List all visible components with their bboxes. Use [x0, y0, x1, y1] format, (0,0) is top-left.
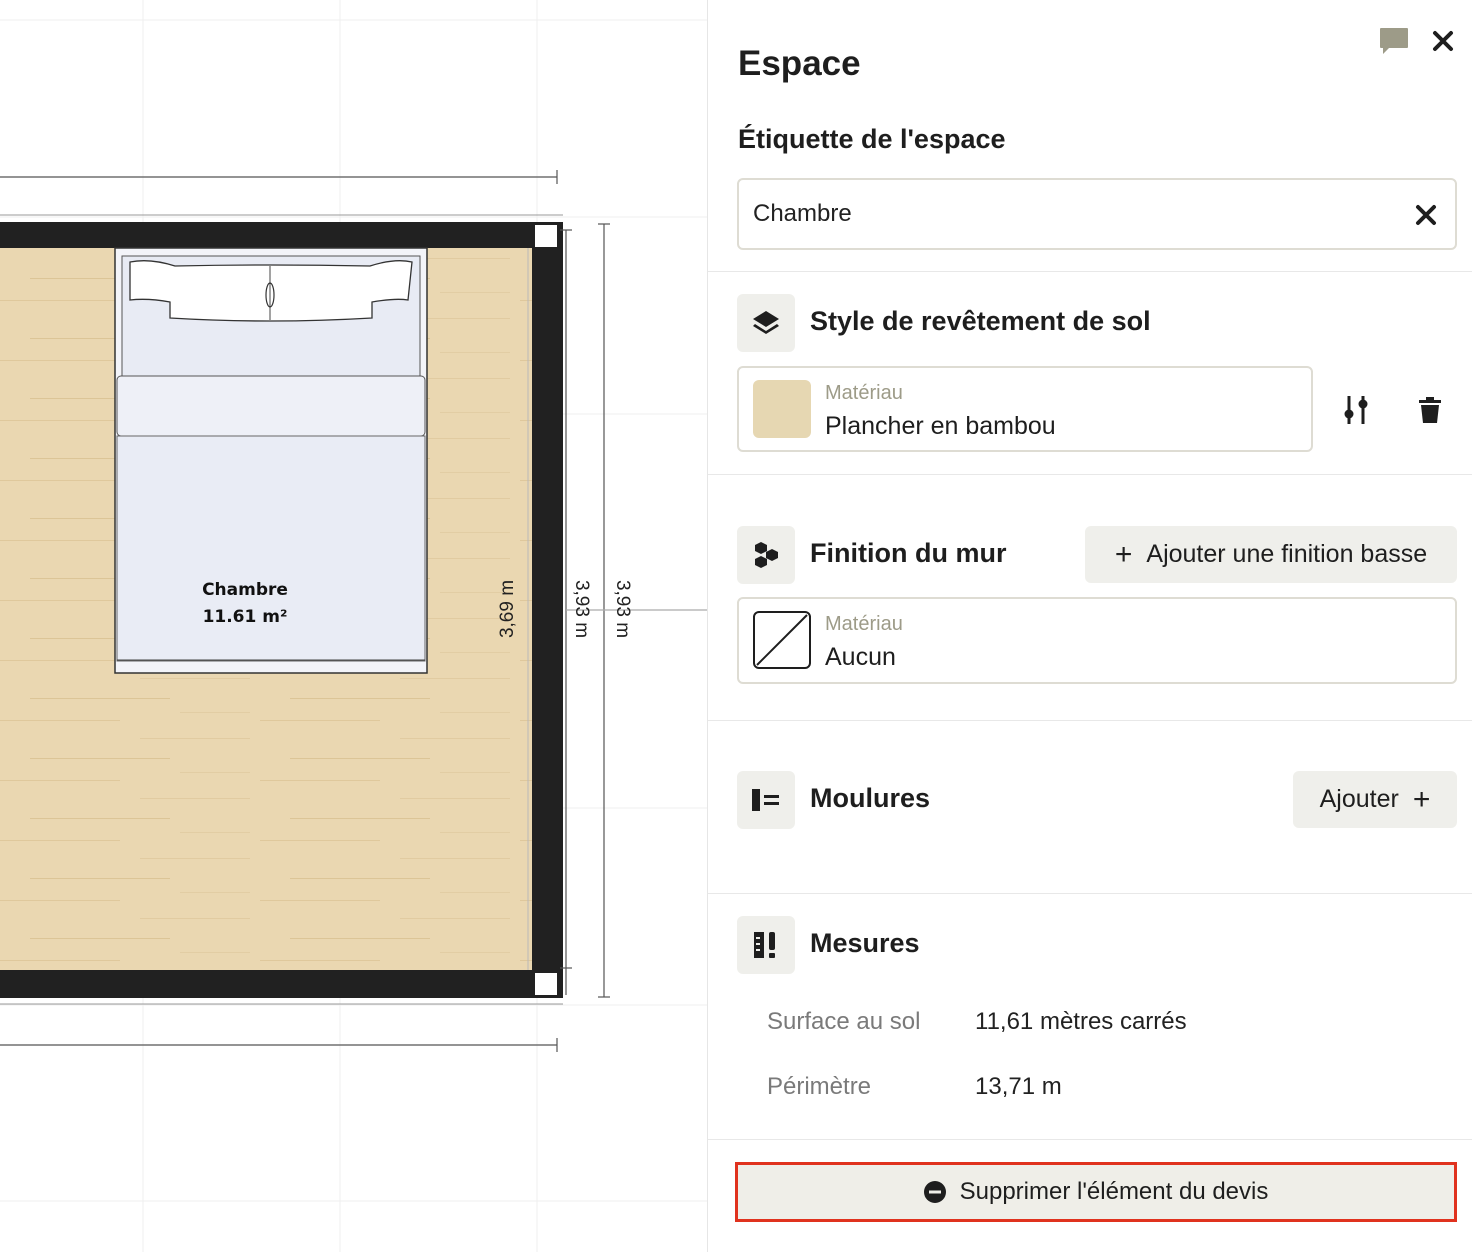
clear-label-button[interactable] [1411, 200, 1441, 230]
adjust-flooring-button[interactable] [1336, 390, 1376, 430]
minus-circle-icon [923, 1181, 946, 1203]
hexagons-icon [755, 542, 778, 568]
perimeter-label: Périmètre [767, 1073, 872, 1100]
close-icon [1433, 31, 1453, 51]
measures-section-title: Mesures [810, 928, 920, 958]
wall-material-caption: Matériau [825, 613, 903, 635]
wall-material-value: Aucun [825, 643, 896, 671]
trash-icon [1419, 397, 1441, 423]
add-molding-button[interactable]: Ajouter + [1293, 771, 1457, 828]
moldings-section-icon [737, 771, 795, 829]
add-base-finish-button[interactable]: + Ajouter une finition basse [1085, 526, 1457, 583]
floor-area-label: Surface au sol [767, 1008, 921, 1035]
divider [708, 474, 1472, 475]
floor-area-value: 11,61 mètres carrés [975, 1008, 1187, 1035]
floor-plan-canvas[interactable]: Chambre 11.61 m² 3,69 m 3,93 m 3,93 m [0, 0, 708, 1252]
add-molding-label: Ajouter [1319, 785, 1399, 813]
no-material-swatch [753, 611, 811, 669]
divider [708, 720, 1472, 721]
comment-button[interactable] [1378, 26, 1410, 56]
dimension-wall-height: 3,93 m [571, 579, 592, 639]
space-label-input[interactable]: Chambre [737, 178, 1457, 250]
molding-icon [752, 789, 779, 811]
sliders-icon [1344, 396, 1368, 424]
divider [708, 1139, 1472, 1140]
wall-material-selector[interactable]: Matériau Aucun [737, 597, 1457, 684]
flooring-material-value: Plancher en bambou [825, 412, 1056, 440]
moldings-section-title: Moulures [810, 783, 931, 813]
flooring-section-title: Style de revêtement de sol [810, 306, 1151, 336]
plus-icon: + [1114, 537, 1133, 571]
remove-from-quote-button[interactable]: Supprimer l'élément du devis [735, 1162, 1457, 1222]
delete-flooring-button[interactable] [1410, 390, 1450, 430]
plus-icon: + [1412, 782, 1431, 816]
bamboo-swatch [753, 380, 811, 438]
speech-bubble-icon [1380, 28, 1408, 54]
app-root: Chambre 11.61 m² 3,69 m 3,93 m 3,93 m Es… [0, 0, 1472, 1252]
dimension-inner-height: 3,69 m [497, 579, 518, 639]
wall-finish-section-icon [737, 526, 795, 584]
room-name: Chambre [202, 580, 288, 600]
floor-plan-drawing[interactable] [0, 0, 708, 1252]
divider [708, 271, 1472, 272]
clear-icon [1416, 205, 1436, 225]
properties-panel: Espace Étiquette de l'espace Chambre Sty… [707, 0, 1472, 1252]
layers-icon [753, 311, 779, 334]
dimension-outer-height: 3,93 m [612, 579, 633, 639]
panel-title: Espace [738, 44, 861, 83]
measures-section-icon [737, 916, 795, 974]
measure-icon [754, 932, 775, 958]
room-label[interactable]: Chambre 11.61 m² [175, 577, 315, 631]
flooring-material-caption: Matériau [825, 382, 903, 404]
remove-from-quote-label: Supprimer l'élément du devis [959, 1178, 1269, 1205]
wall-finish-section-title: Finition du mur [810, 538, 1007, 568]
space-label-heading: Étiquette de l'espace [738, 124, 1006, 154]
close-button[interactable] [1428, 26, 1458, 56]
perimeter-value: 13,71 m [975, 1073, 1062, 1100]
divider [708, 893, 1472, 894]
none-icon [756, 614, 808, 666]
room-area: 11.61 m² [202, 607, 288, 627]
flooring-material-selector[interactable]: Matériau Plancher en bambou [737, 366, 1313, 452]
space-label-value: Chambre [753, 200, 852, 227]
flooring-section-icon [737, 294, 795, 352]
add-base-finish-label: Ajouter une finition basse [1146, 540, 1428, 568]
